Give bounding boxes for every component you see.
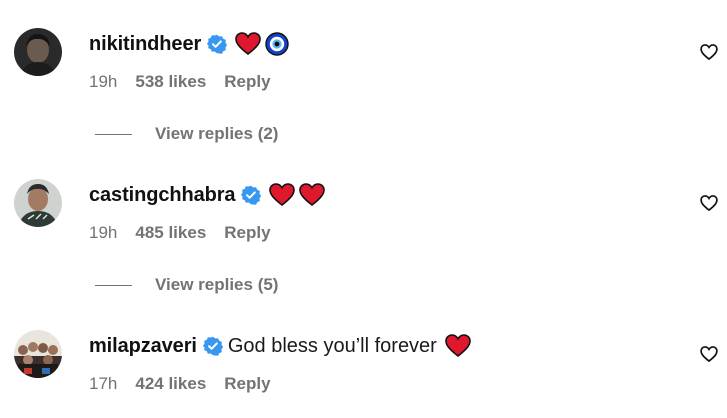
comment-time: 19h (89, 223, 118, 242)
reply-button[interactable]: Reply (224, 223, 270, 243)
view-replies-label: View replies (5) (155, 275, 279, 294)
comment-meta: 19h 485 likes Reply (89, 222, 271, 244)
username[interactable]: castingchhabra (89, 184, 236, 207)
red-heart-emoji-icon (445, 334, 471, 358)
view-replies-button[interactable]: View replies (2) (95, 123, 278, 145)
view-replies-button[interactable]: View replies (5) (95, 274, 278, 296)
avatar[interactable] (14, 28, 62, 76)
divider-line (95, 284, 132, 286)
comment-header: milapzaveri God bless you’ll forever (89, 332, 471, 360)
username[interactable]: milapzaveri (89, 335, 197, 358)
comment-time: 19h (89, 72, 118, 91)
red-heart-emoji-icon (269, 183, 296, 207)
comment-item: milapzaveri God bless you’ll forever 17h… (0, 302, 727, 412)
avatar[interactable] (14, 179, 62, 227)
avatar[interactable] (14, 330, 62, 378)
nazar-amulet-emoji-icon (265, 32, 289, 56)
likes-count[interactable]: 424 likes (135, 374, 206, 394)
heart-like-icon[interactable] (699, 42, 719, 62)
reply-button[interactable]: Reply (224, 72, 270, 92)
comment-header: nikitindheer (89, 30, 289, 58)
heart-like-icon[interactable] (699, 193, 719, 213)
view-replies-label: View replies (2) (155, 124, 279, 143)
red-heart-emoji-icon (299, 183, 326, 207)
comment-meta: 19h 538 likes Reply (89, 71, 271, 93)
likes-count[interactable]: 538 likes (135, 72, 206, 92)
comment-text: God bless you’ll forever (227, 334, 437, 357)
comment-time: 17h (89, 374, 118, 393)
likes-count[interactable]: 485 likes (135, 223, 206, 243)
verified-badge-icon (206, 34, 228, 54)
verified-badge-icon (202, 336, 224, 356)
red-heart-emoji-icon (235, 32, 261, 56)
comment-item: castingchhabra 19h 485 likes Reply (0, 151, 727, 261)
username[interactable]: nikitindheer (89, 33, 201, 56)
verified-badge-icon (241, 185, 262, 205)
divider-line (95, 133, 132, 135)
reply-button[interactable]: Reply (224, 374, 270, 394)
comment-meta: 17h 424 likes Reply (89, 373, 271, 395)
comment-item: nikitindheer 19h 538 likes Reply (0, 0, 727, 110)
comment-header: castingchhabra (89, 181, 326, 209)
heart-like-icon[interactable] (699, 344, 719, 364)
